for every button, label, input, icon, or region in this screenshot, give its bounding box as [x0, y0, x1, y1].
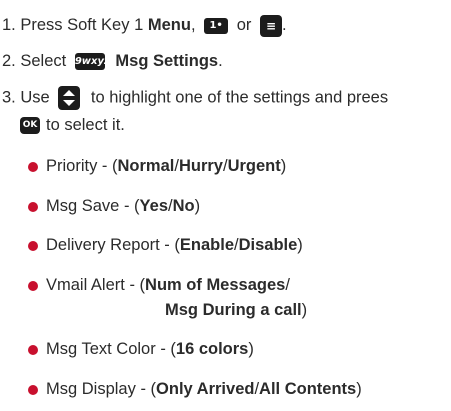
- setting-name: Delivery Report: [46, 236, 160, 254]
- step-2: 2. Select 9wxyz Msg Settings.: [2, 50, 223, 72]
- bullet: [28, 241, 38, 251]
- setting-name: Priority: [46, 157, 98, 175]
- period: .: [281, 16, 287, 34]
- list-item: Msg Display - (Only Arrived/All Contents…: [46, 380, 362, 398]
- step-text-continued: to highlight one of the settings and pre…: [90, 88, 389, 107]
- setting-name: Msg Text Color: [46, 340, 156, 358]
- bullet: [28, 202, 38, 212]
- list-item: Priority - (Normal/Hurry/Urgent): [46, 157, 287, 175]
- step-number: 1.: [2, 16, 16, 34]
- nav-up-down-icon: [58, 86, 81, 110]
- or-text: or: [236, 16, 252, 34]
- bullet: [28, 385, 38, 395]
- step-text-end: to select it.: [46, 116, 125, 134]
- period: .: [218, 52, 223, 70]
- msg-settings-label: Msg Settings: [115, 52, 219, 70]
- list-item: Delivery Report - (Enable/Disable): [46, 236, 303, 254]
- list-item: Msg Save - (Yes/No): [46, 197, 201, 215]
- menu-key-icon: ≡: [259, 14, 282, 37]
- step-number: 2.: [2, 52, 16, 70]
- ok-key-icon: OK: [20, 117, 40, 135]
- setting-name: Msg Display: [46, 380, 136, 398]
- key-9-icon: 9wxyz: [74, 53, 110, 71]
- setting-name: Msg Save: [46, 197, 120, 215]
- soft-key-1-icon: 1•: [204, 17, 229, 34]
- bullet: [28, 281, 38, 291]
- bullet: [28, 345, 38, 355]
- setting-name: Vmail Alert: [46, 276, 125, 294]
- list-item: Msg Text Color - (16 colors): [46, 340, 254, 358]
- step-3-continuation: OK to select it.: [20, 114, 125, 136]
- step-text: Use: [20, 88, 50, 107]
- list-item-continuation: Msg During a call): [165, 301, 308, 319]
- list-item: Vmail Alert - (Num of Messages/: [46, 276, 290, 294]
- menu-label: Menu: [147, 16, 191, 34]
- step-number: 3.: [2, 88, 16, 107]
- comma: ,: [190, 16, 196, 34]
- step-1: 1. Press Soft Key 1 Menu, 1• or ≡.: [2, 14, 287, 37]
- step-3: 3. Use to highlight one of the settings …: [2, 86, 388, 110]
- step-text: Select: [20, 52, 67, 70]
- step-text: Press Soft Key 1: [20, 16, 144, 34]
- bullet: [28, 162, 38, 172]
